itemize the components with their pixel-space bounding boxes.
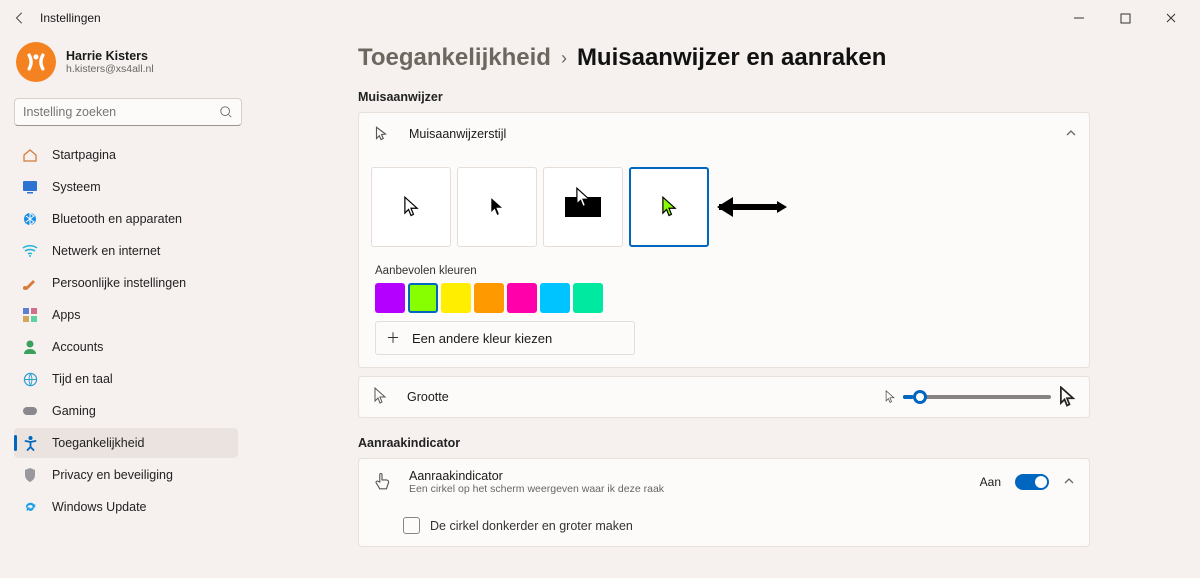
size-card: Grootte [358, 376, 1090, 418]
user-block[interactable]: Harrie Kisters h.kisters@xs4all.nl [14, 36, 238, 94]
nav-bluetooth[interactable]: Bluetooth en apparaten [14, 204, 238, 234]
nav-gaming[interactable]: Gaming [14, 396, 238, 426]
nav-network[interactable]: Netwerk en internet [14, 236, 238, 266]
nav-label: Windows Update [52, 500, 147, 514]
nav-update[interactable]: Windows Update [14, 492, 238, 522]
user-email: h.kisters@xs4all.nl [66, 63, 154, 75]
swatch-teal[interactable] [573, 283, 603, 313]
brush-icon [22, 275, 38, 291]
touch-subtitle: Een cirkel op het scherm weergeven waar … [409, 483, 664, 495]
darker-label: De cirkel donkerder en groter maken [430, 519, 633, 533]
chevron-up-icon [1065, 127, 1077, 142]
window-title: Instellingen [40, 11, 101, 25]
swatch-lime[interactable] [408, 283, 438, 313]
section-touch-label: Aanraakindicator [358, 436, 1090, 450]
touch-title: Aanraakindicator [409, 469, 664, 483]
nav-label: Startpagina [52, 148, 116, 162]
toggle-state: Aan [980, 475, 1001, 489]
touch-toggle[interactable] [1015, 474, 1049, 490]
cursor-large-icon [1059, 386, 1075, 408]
search-input[interactable] [23, 105, 219, 119]
chevron-up-icon[interactable] [1063, 475, 1075, 490]
swatch-yellow[interactable] [441, 283, 471, 313]
nav-label: Systeem [52, 180, 101, 194]
page-title: Muisaanwijzer en aanraken [577, 44, 886, 72]
breadcrumb: Toegankelijkheid › Muisaanwijzer en aanr… [358, 44, 1090, 72]
gamepad-icon [22, 403, 38, 419]
update-icon [22, 499, 38, 515]
swatch-purple[interactable] [375, 283, 405, 313]
maximize-button[interactable] [1102, 2, 1148, 34]
nav-home[interactable]: Startpagina [14, 140, 238, 170]
pointer-style-white[interactable] [371, 167, 451, 247]
back-button[interactable] [6, 4, 34, 32]
pointer-style-card: Muisaanwijzerstijl [358, 112, 1090, 368]
nav-label: Bluetooth en apparaten [52, 212, 182, 226]
close-button[interactable] [1148, 2, 1194, 34]
color-swatches [375, 283, 1073, 313]
nav-label: Persoonlijke instellingen [52, 276, 186, 290]
system-icon [22, 179, 38, 195]
touch-indicator-row[interactable]: Aanraakindicator Een cirkel op het scher… [359, 459, 1089, 505]
nav-label: Netwerk en internet [52, 244, 160, 258]
nav-label: Toegankelijkheid [52, 436, 144, 450]
nav-system[interactable]: Systeem [14, 172, 238, 202]
nav-time[interactable]: Tijd en taal [14, 364, 238, 394]
avatar [16, 42, 56, 82]
touch-darker-row[interactable]: De cirkel donkerder en groter maken [359, 505, 1089, 546]
choose-another-color-button[interactable]: ＋ Een andere kleur kiezen [375, 321, 635, 355]
cursor-icon [373, 387, 387, 408]
nav-label: Tijd en taal [52, 372, 113, 386]
wifi-icon [22, 243, 38, 259]
search-icon [219, 105, 233, 119]
pointer-style-label: Muisaanwijzerstijl [409, 127, 506, 141]
person-icon [22, 339, 38, 355]
pointer-style-custom[interactable] [629, 167, 709, 247]
nav-personalization[interactable]: Persoonlijke instellingen [14, 268, 238, 298]
size-slider[interactable] [903, 395, 1051, 399]
nav-apps[interactable]: Apps [14, 300, 238, 330]
swatch-cyan[interactable] [540, 283, 570, 313]
user-name: Harrie Kisters [66, 49, 154, 63]
annotation-arrow-icon [717, 193, 787, 221]
choose-another-color-label: Een andere kleur kiezen [412, 331, 552, 346]
recommended-colors-label: Aanbevolen kleuren [375, 259, 1073, 283]
apps-icon [22, 307, 38, 323]
nav-label: Privacy en beveiliging [52, 468, 173, 482]
shield-icon [22, 467, 38, 483]
globe-icon [22, 371, 38, 387]
nav-accessibility[interactable]: Toegankelijkheid [14, 428, 238, 458]
bluetooth-icon [22, 211, 38, 227]
size-label: Grootte [407, 390, 449, 404]
nav-label: Apps [52, 308, 81, 322]
darker-checkbox[interactable] [403, 517, 420, 534]
cursor-small-icon [885, 390, 895, 404]
pointer-style-header[interactable]: Muisaanwijzerstijl [359, 113, 1089, 155]
home-icon [22, 147, 38, 163]
touch-icon [373, 471, 395, 494]
nav-accounts[interactable]: Accounts [14, 332, 238, 362]
search-box[interactable] [14, 98, 242, 126]
swatch-orange[interactable] [474, 283, 504, 313]
touch-card: Aanraakindicator Een cirkel op het scher… [358, 458, 1090, 547]
nav-label: Accounts [52, 340, 103, 354]
cursor-icon [371, 125, 391, 143]
nav-privacy[interactable]: Privacy en beveiliging [14, 460, 238, 490]
swatch-magenta[interactable] [507, 283, 537, 313]
minimize-button[interactable] [1056, 2, 1102, 34]
breadcrumb-parent[interactable]: Toegankelijkheid [358, 44, 551, 72]
accessibility-icon [22, 435, 38, 451]
pointer-style-black[interactable] [457, 167, 537, 247]
nav-label: Gaming [52, 404, 96, 418]
section-pointer-label: Muisaanwijzer [358, 90, 1090, 104]
pointer-style-inverted[interactable] [543, 167, 623, 247]
chevron-right-icon: › [561, 48, 567, 69]
plus-icon: ＋ [386, 328, 400, 348]
